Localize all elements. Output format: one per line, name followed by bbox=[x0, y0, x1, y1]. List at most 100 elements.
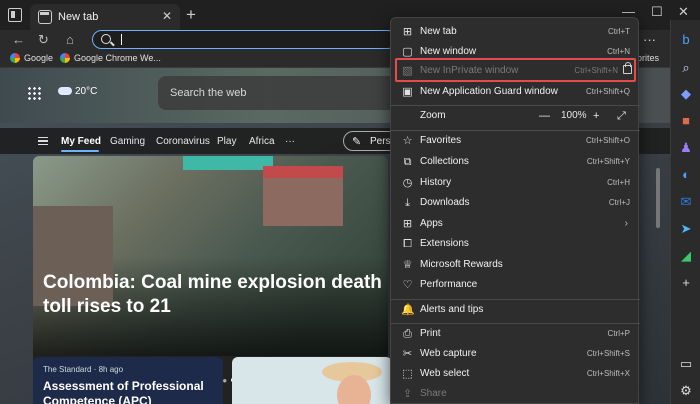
menu-item-web-select[interactable]: ⬚ Web select Ctrl+Shift+X bbox=[391, 365, 640, 385]
downloads-icon: ⤓ bbox=[405, 197, 410, 209]
scroll-thumb[interactable] bbox=[656, 168, 660, 228]
menu-item-apps[interactable]: ⊞ Apps › bbox=[391, 215, 640, 235]
briefcase-icon bbox=[623, 62, 632, 74]
maximize-icon[interactable]: ☐ bbox=[651, 4, 663, 20]
history-icon: ◷ bbox=[402, 177, 413, 189]
tab-new-tab[interactable]: New tab ✕ bbox=[30, 4, 180, 30]
back-arrow-icon[interactable]: ← bbox=[12, 32, 25, 47]
games-icon[interactable]: ♟ bbox=[678, 140, 694, 156]
menu-item-extensions[interactable]: ⧠ Extensions bbox=[391, 235, 640, 255]
menu-item-web-capture[interactable]: ✂ Web capture Ctrl+Shift+S bbox=[391, 345, 640, 365]
share-icon: ⇪ bbox=[402, 388, 413, 400]
menu-item-zoom: Zoom — 100% + ⤢ bbox=[420, 110, 626, 123]
favorite-google[interactable]: Google bbox=[10, 53, 53, 63]
menu-item-alerts-and-tips[interactable]: 🔔 Alerts and tips bbox=[391, 301, 640, 321]
close-tab-icon[interactable]: ✕ bbox=[162, 9, 172, 23]
article-headline[interactable]: Colombia: Coal mine explosion death toll… bbox=[43, 271, 383, 319]
search-icon[interactable]: ⌕ bbox=[678, 60, 694, 76]
right-sidebar: b ⌕ ◆ ■ ♟ ◐ ✉ ➤ ◢ + ▭ ⚙ bbox=[670, 20, 700, 404]
apps-launcher-icon[interactable] bbox=[27, 86, 41, 100]
web-search-box[interactable]: Search the web bbox=[158, 76, 398, 110]
fullscreen-icon[interactable]: ⤢ bbox=[617, 110, 626, 123]
menu-item-collections[interactable]: ⧉ Collections Ctrl+Shift+Y bbox=[391, 153, 640, 173]
print-icon: ⎙ bbox=[403, 328, 412, 340]
add-icon[interactable]: + bbox=[678, 275, 694, 291]
menu-item-favorites[interactable]: ☆ Favorites Ctrl+Shift+O bbox=[391, 132, 640, 152]
new-tab-favicon-icon bbox=[38, 10, 52, 24]
menu-item-history[interactable]: ◷ History Ctrl+H bbox=[391, 174, 640, 194]
menu-item-downloads[interactable]: ⤓ Downloads Ctrl+J bbox=[391, 194, 640, 214]
settings-more-icon[interactable]: ··· bbox=[643, 32, 656, 47]
feed-tab-my-feed[interactable]: My Feed bbox=[61, 136, 101, 147]
page-scrollbar[interactable] bbox=[654, 68, 662, 404]
menu-item-performance[interactable]: ♡ Performance bbox=[391, 276, 640, 296]
tab-title: New tab bbox=[58, 11, 99, 23]
card-headline: Assessment of Professional Competence (A… bbox=[43, 379, 204, 404]
feed-tab-gaming[interactable]: Gaming bbox=[110, 136, 145, 147]
feed-tab-coronavirus[interactable]: Coronavirus bbox=[156, 136, 210, 147]
sidebar-panel-icon[interactable]: ▭ bbox=[678, 356, 694, 372]
tools-icon[interactable]: ■ bbox=[678, 113, 694, 129]
web-capture-icon: ✂ bbox=[402, 348, 413, 360]
other-favorites-label[interactable]: orites bbox=[637, 53, 659, 63]
cloud-icon bbox=[58, 87, 72, 95]
extensions-icon: ⧠ bbox=[403, 238, 412, 250]
address-bar[interactable] bbox=[92, 30, 397, 49]
menu-item-print[interactable]: ⎙ Print Ctrl+P bbox=[391, 325, 640, 345]
close-window-icon[interactable]: ✕ bbox=[678, 4, 689, 20]
chrome-icon bbox=[60, 53, 70, 63]
menu-item-application-guard[interactable]: ▣ New Application Guard window Ctrl+Shif… bbox=[391, 83, 640, 103]
menu-item-new-inprivate-window[interactable]: ▧ New InPrivate window Ctrl+Shift+N bbox=[391, 62, 640, 82]
hamburger-menu-icon[interactable] bbox=[38, 137, 48, 145]
drop-icon[interactable]: ◢ bbox=[678, 248, 694, 264]
send-icon[interactable]: ➤ bbox=[678, 221, 694, 237]
google-icon bbox=[10, 53, 20, 63]
collections-icon: ⧉ bbox=[403, 156, 412, 168]
search-icon bbox=[101, 34, 111, 44]
active-tab-indicator bbox=[61, 150, 99, 152]
zoom-in-icon[interactable]: + bbox=[593, 110, 599, 122]
tag-icon[interactable]: ◆ bbox=[678, 86, 694, 102]
workspace-icon[interactable] bbox=[8, 8, 22, 22]
card-source: The Standard · 8h ago bbox=[43, 365, 124, 374]
menu-separator bbox=[391, 323, 640, 324]
article-card-image[interactable] bbox=[232, 357, 392, 404]
feed-more-icon[interactable]: ··· bbox=[285, 136, 295, 147]
feed-tab-africa[interactable]: Africa bbox=[249, 136, 275, 147]
menu-separator bbox=[391, 105, 640, 106]
home-icon[interactable]: ⌂ bbox=[66, 32, 74, 47]
application-guard-icon: ▣ bbox=[402, 86, 413, 98]
rewards-icon: ♕ bbox=[402, 259, 413, 271]
web-search-placeholder: Search the web bbox=[170, 87, 247, 99]
chevron-right-icon: › bbox=[624, 218, 628, 229]
bing-icon[interactable]: b bbox=[678, 32, 694, 48]
text-caret bbox=[121, 34, 122, 45]
favorites-icon: ☆ bbox=[402, 135, 413, 147]
new-tab-icon: ⊞ bbox=[402, 26, 413, 38]
menu-item-new-tab[interactable]: ⊞ New tab Ctrl+T bbox=[391, 23, 640, 43]
apps-icon: ⊞ bbox=[402, 218, 413, 230]
building-shape bbox=[263, 166, 343, 226]
menu-item-share[interactable]: ⇪ Share bbox=[391, 385, 640, 404]
new-tab-plus-icon[interactable]: + bbox=[186, 5, 196, 25]
menu-item-microsoft-rewards[interactable]: ♕ Microsoft Rewards bbox=[391, 256, 640, 276]
weather-widget[interactable]: 20°C bbox=[58, 86, 97, 97]
pencil-icon: ✎ bbox=[352, 136, 362, 148]
inprivate-icon: ▧ bbox=[402, 65, 413, 77]
microsoft365-icon[interactable]: ◐ bbox=[678, 167, 694, 183]
web-select-icon: ⬚ bbox=[402, 368, 413, 380]
settings-menu: ⊞ New tab Ctrl+T ▢ New window Ctrl+N ▧ N… bbox=[390, 17, 640, 404]
bell-icon: 🔔 bbox=[401, 304, 415, 316]
performance-icon: ♡ bbox=[402, 279, 413, 291]
outlook-icon[interactable]: ✉ bbox=[678, 194, 694, 210]
article-image bbox=[33, 156, 388, 356]
refresh-icon[interactable]: ↻ bbox=[38, 32, 49, 48]
zoom-level: 100% bbox=[561, 110, 587, 121]
article-card-standard[interactable]: The Standard · 8h ago Assessment of Prof… bbox=[33, 357, 223, 404]
zoom-out-icon[interactable]: — bbox=[539, 110, 550, 122]
menu-separator bbox=[391, 130, 640, 131]
menu-separator bbox=[391, 299, 640, 300]
feed-tab-play[interactable]: Play bbox=[217, 136, 236, 147]
gear-icon[interactable]: ⚙ bbox=[678, 383, 694, 399]
favorite-google-chrome[interactable]: Google Chrome We... bbox=[60, 53, 161, 63]
